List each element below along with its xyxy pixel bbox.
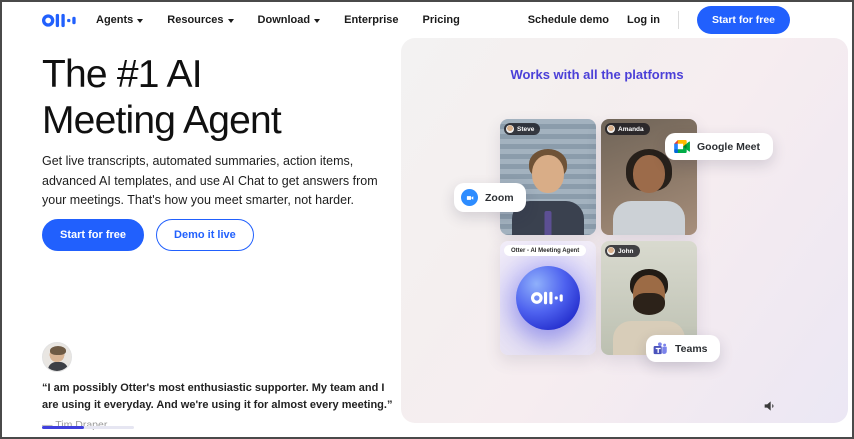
otter-homepage: Agents Resources Download Enterprise Pri…: [0, 0, 854, 439]
participant-avatar-icon: [607, 247, 615, 255]
nav-item-label: Agents: [96, 14, 134, 26]
nav-links: Agents Resources Download Enterprise Pri…: [96, 14, 460, 26]
title-line-2: Meeting Agent: [42, 99, 282, 142]
nav-item-label: Download: [257, 14, 311, 26]
title-line-1: The #1 AI: [42, 53, 203, 96]
zoom-platform-badge: Zoom: [454, 183, 526, 212]
nav-item-resources[interactable]: Resources: [167, 14, 234, 26]
avatar-tim-draper: [42, 342, 72, 372]
google-meet-platform-badge: Google Meet: [665, 133, 774, 160]
google-meet-badge-label: Google Meet: [697, 140, 761, 153]
start-for-free-button-hero[interactable]: Start for free: [42, 219, 145, 251]
nav-item-label: Enterprise: [344, 14, 399, 26]
demo-it-live-button[interactable]: Demo it live: [156, 219, 254, 251]
nav-item-enterprise[interactable]: Enterprise: [344, 14, 398, 26]
participant-name-badge: Amanda: [605, 123, 650, 135]
participant-illustration: [609, 149, 689, 235]
person-head: [532, 155, 564, 193]
google-meet-icon: [674, 140, 690, 153]
otter-logo-white-icon: [531, 291, 563, 305]
otter-agent-name-badge: Otter - AI Meeting Agent: [504, 245, 587, 256]
participant-name: Steve: [517, 125, 535, 133]
nav-item-pricing[interactable]: Pricing: [423, 14, 460, 26]
chevron-down-icon: [137, 18, 144, 23]
participant-name-badge: John: [605, 245, 640, 257]
nav-item-label: Resources: [167, 14, 224, 26]
participant-name: John: [618, 247, 634, 255]
navbar-right: Schedule demo Log in Start for free: [528, 6, 790, 34]
login-label: Log in: [626, 14, 660, 26]
participant-video-otter-agent: Otter - AI Meeting Agent: [500, 241, 596, 355]
otter-ai-orb: [516, 266, 580, 330]
nav-item-label: Pricing: [422, 14, 460, 26]
participant-avatar-icon: [506, 125, 514, 133]
testimonial-author: — Tim Draper: [42, 419, 108, 431]
otter-logo-icon: [42, 13, 76, 27]
otter-logo[interactable]: [42, 12, 78, 29]
teams-platform-badge: Teams: [646, 335, 720, 362]
participant-name: Amanda: [618, 125, 644, 133]
testimonial: “I am possibly Otter's most enthusiastic…: [42, 342, 402, 431]
participant-video-steve: Steve: [500, 119, 596, 235]
zoom-badge-label: Zoom: [485, 191, 514, 204]
participant-avatar-icon: [607, 125, 615, 133]
page-title: The #1 AI Meeting Agent: [42, 52, 282, 144]
person-body: [613, 201, 685, 235]
participant-name: Otter - AI Meeting Agent: [511, 247, 580, 254]
zoom-icon: [461, 189, 478, 206]
person-tie: [544, 211, 552, 235]
teams-icon: [653, 342, 667, 355]
login-link[interactable]: Log in: [627, 14, 660, 26]
hero-cta-group: Start for free Demo it live: [42, 219, 254, 251]
navbar: Agents Resources Download Enterprise Pri…: [2, 2, 852, 38]
platforms-showcase-panel: Works with all the platforms Steve Amand…: [401, 38, 848, 423]
carousel-indicator[interactable]: [42, 426, 134, 429]
hero-description: Get live transcripts, automated summarie…: [42, 154, 378, 207]
showcase-heading: Works with all the platforms: [510, 67, 684, 82]
person-beard: [633, 293, 665, 315]
participant-name-badge: Steve: [504, 123, 541, 135]
chevron-down-icon: [314, 18, 321, 23]
carousel-active-segment: [42, 426, 84, 429]
teams-badge-label: Teams: [675, 342, 708, 355]
nav-divider: [677, 11, 679, 29]
schedule-demo-link[interactable]: Schedule demo: [528, 14, 609, 26]
start-for-free-button-nav[interactable]: Start for free: [696, 6, 790, 34]
schedule-demo-label: Schedule demo: [527, 14, 609, 26]
sound-toggle-icon[interactable]: [761, 398, 779, 416]
testimonial-quote: “I am possibly Otter's most enthusiastic…: [42, 382, 393, 411]
nav-item-download[interactable]: Download: [258, 14, 321, 26]
chevron-down-icon: [227, 18, 234, 23]
nav-item-agents[interactable]: Agents: [96, 14, 144, 26]
person-head: [633, 155, 665, 193]
